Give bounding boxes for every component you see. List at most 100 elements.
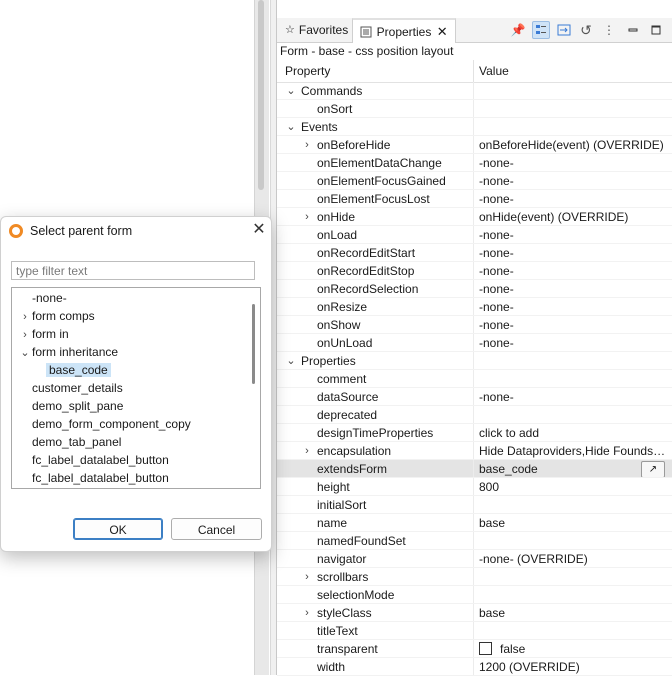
property-value[interactable]: -none-: [479, 154, 669, 172]
chevron-right-icon[interactable]: ›: [301, 136, 313, 154]
property-row-onresize[interactable]: onResize -none-: [277, 298, 672, 316]
property-row-extendsform[interactable]: extendsForm base_code ↗: [277, 460, 672, 478]
property-row-titletext[interactable]: titleText: [277, 622, 672, 640]
property-value[interactable]: false: [479, 640, 669, 658]
property-row-onsort[interactable]: onSort: [277, 100, 672, 118]
property-row-width[interactable]: width 1200 (OVERRIDE): [277, 658, 672, 676]
cancel-button[interactable]: Cancel: [171, 518, 262, 540]
property-value[interactable]: onBeforeHide(event) (OVERRIDE): [479, 136, 669, 154]
chevron-right-icon[interactable]: ›: [301, 604, 313, 622]
tree-item-form-inheritance[interactable]: ⌄ form inheritance: [18, 343, 118, 361]
property-value[interactable]: -none-: [479, 262, 669, 280]
categories-icon[interactable]: [532, 21, 550, 39]
tab-favorites[interactable]: ☆ Favorites: [279, 18, 351, 42]
property-row-deprecated[interactable]: deprecated: [277, 406, 672, 424]
property-row-styleclass[interactable]: › styleClass base: [277, 604, 672, 622]
property-row-onelementfocuslost[interactable]: onElementFocusLost -none-: [277, 190, 672, 208]
tree-item-form-comps[interactable]: › form comps: [18, 307, 95, 325]
checkbox[interactable]: [479, 642, 492, 655]
property-row-onshow[interactable]: onShow -none-: [277, 316, 672, 334]
property-value[interactable]: -none-: [479, 388, 669, 406]
tree-item-demo-split-pane[interactable]: demo_split_pane: [18, 397, 123, 415]
property-row-comment[interactable]: comment: [277, 370, 672, 388]
property-row-onunload[interactable]: onUnLoad -none-: [277, 334, 672, 352]
property-value[interactable]: base: [479, 604, 669, 622]
property-row-onhide[interactable]: › onHide onHide(event) (OVERRIDE): [277, 208, 672, 226]
property-value[interactable]: -none- (OVERRIDE): [479, 550, 669, 568]
tree-scrollbar[interactable]: [252, 304, 255, 384]
column-header-value[interactable]: Value: [479, 64, 509, 78]
close-icon[interactable]: ✕: [251, 221, 267, 239]
tree-item-demo-tab-panel[interactable]: demo_tab_panel: [18, 433, 121, 451]
property-row-onelementfocusgained[interactable]: onElementFocusGained -none-: [277, 172, 672, 190]
property-value[interactable]: -none-: [479, 334, 669, 352]
property-value[interactable]: -none-: [479, 280, 669, 298]
tree-item-form-in[interactable]: › form in: [18, 325, 69, 343]
chevron-down-icon[interactable]: ⌄: [285, 352, 297, 370]
property-value[interactable]: Hide Dataproviders,Hide Foundse...: [479, 442, 669, 460]
property-row-onload[interactable]: onLoad -none-: [277, 226, 672, 244]
chevron-right-icon[interactable]: ›: [18, 326, 32, 344]
property-value[interactable]: -none-: [479, 244, 669, 262]
property-value[interactable]: 1200 (OVERRIDE): [479, 658, 669, 676]
property-value[interactable]: -none-: [479, 298, 669, 316]
property-row-scrollbars[interactable]: › scrollbars: [277, 568, 672, 586]
property-value[interactable]: -none-: [479, 316, 669, 334]
close-icon[interactable]: ✕: [435, 24, 449, 39]
chevron-down-icon[interactable]: ⌄: [18, 344, 32, 362]
advanced-icon[interactable]: [555, 21, 573, 39]
tree-item-none[interactable]: -none-: [18, 289, 67, 307]
tree-item-customer-details[interactable]: customer_details: [18, 379, 123, 397]
tree-item-fc-label-datalabel-button[interactable]: fc_label_datalabel_button: [18, 469, 169, 487]
chevron-right-icon[interactable]: ›: [301, 208, 313, 226]
filter-input[interactable]: [11, 261, 255, 280]
tree-item-fc-label-datalabel-button[interactable]: fc_label_datalabel_button: [18, 451, 169, 469]
maximize-icon[interactable]: [647, 21, 665, 39]
property-value[interactable]: -none-: [479, 226, 669, 244]
tree-item-demo-form-component-copy[interactable]: demo_form_component_copy: [18, 415, 191, 433]
property-value[interactable]: -none-: [479, 190, 669, 208]
property-row-onelementdatachange[interactable]: onElementDataChange -none-: [277, 154, 672, 172]
property-row-selectionmode[interactable]: selectionMode: [277, 586, 672, 604]
property-row-datasource[interactable]: dataSource -none-: [277, 388, 672, 406]
chevron-right-icon[interactable]: ›: [301, 442, 313, 460]
property-value-text: -none-: [479, 318, 514, 332]
restore-default-icon[interactable]: ↺: [577, 21, 595, 39]
property-row-onbeforehide[interactable]: › onBeforeHide onBeforeHide(event) (OVERRI…: [277, 136, 672, 154]
property-value[interactable]: base: [479, 514, 669, 532]
chevron-down-icon[interactable]: ⌄: [285, 82, 297, 100]
chevron-right-icon[interactable]: ›: [301, 568, 313, 586]
property-value[interactable]: onHide(event) (OVERRIDE): [479, 208, 669, 226]
property-row-encapsulation[interactable]: › encapsulation Hide Dataproviders,Hide Fo…: [277, 442, 672, 460]
column-divider: [473, 496, 474, 514]
chevron-right-icon[interactable]: ›: [18, 308, 32, 326]
editor-scrollbar-thumb[interactable]: [258, 0, 264, 190]
chevron-down-icon[interactable]: ⌄: [285, 118, 297, 136]
category-row-properties[interactable]: ⌄ Properties: [277, 352, 672, 370]
property-value[interactable]: click to add: [479, 424, 669, 442]
ok-button[interactable]: OK: [73, 518, 163, 540]
property-value[interactable]: 800: [479, 478, 669, 496]
property-row-onrecordselection[interactable]: onRecordSelection -none-: [277, 280, 672, 298]
column-divider[interactable]: [473, 60, 474, 82]
property-row-name[interactable]: name base: [277, 514, 672, 532]
property-row-namedfoundset[interactable]: namedFoundSet: [277, 532, 672, 550]
tree-item-base-code[interactable]: base_code: [32, 361, 111, 379]
category-row-events[interactable]: ⌄ Events: [277, 118, 672, 136]
property-row-onrecordeditstop[interactable]: onRecordEditStop -none-: [277, 262, 672, 280]
property-value[interactable]: -none-: [479, 172, 669, 190]
column-header-property[interactable]: Property: [285, 64, 330, 78]
property-row-onrecordeditstart[interactable]: onRecordEditStart -none-: [277, 244, 672, 262]
property-row-transparent[interactable]: transparent false: [277, 640, 672, 658]
minimize-icon[interactable]: [624, 21, 642, 39]
tree-item-label: demo_form_component_copy: [32, 417, 191, 431]
property-row-designtimeproperties[interactable]: designTimeProperties click to add: [277, 424, 672, 442]
category-row-commands[interactable]: ⌄ Commands: [277, 82, 672, 100]
property-row-navigator[interactable]: navigator -none- (OVERRIDE): [277, 550, 672, 568]
pin-icon[interactable]: 📌: [509, 21, 527, 39]
property-row-initialsort[interactable]: initialSort: [277, 496, 672, 514]
view-menu-icon[interactable]: ⋮: [600, 21, 618, 39]
browse-icon[interactable]: ↗: [641, 461, 665, 478]
tab-properties[interactable]: Properties ✕: [352, 18, 456, 43]
property-row-height[interactable]: height 800: [277, 478, 672, 496]
